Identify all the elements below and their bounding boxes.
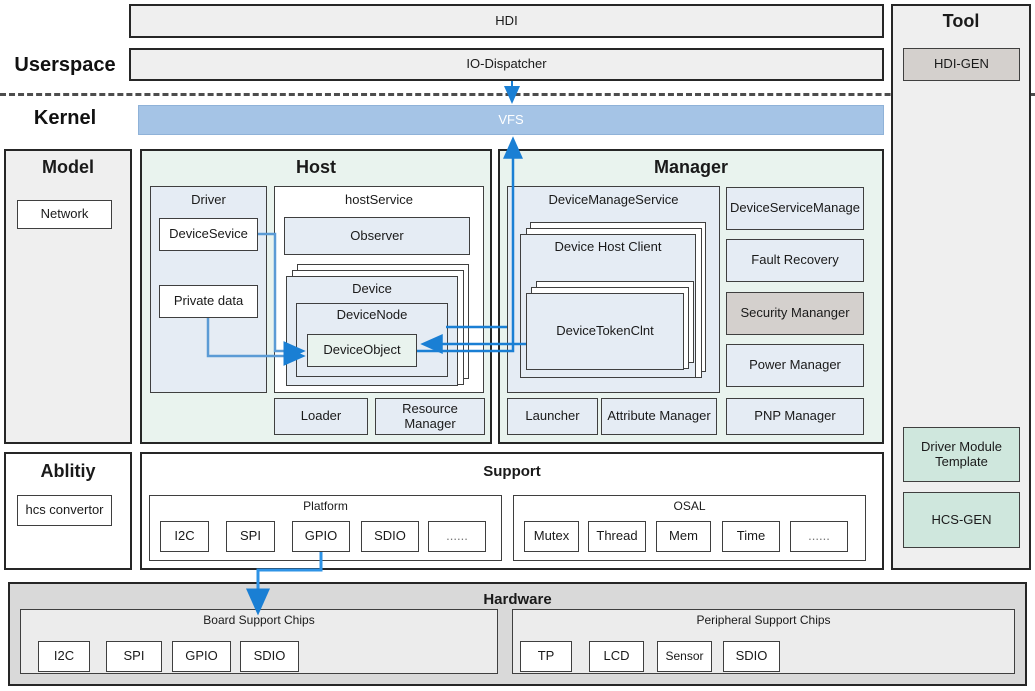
ability-title: Ablitiy — [40, 461, 96, 481]
model-title: Model — [42, 157, 94, 177]
hardware-board-item-spi[interactable]: SPI — [106, 641, 162, 672]
device-manage-service-title: DeviceManageService — [548, 192, 679, 207]
host-title: Host — [296, 157, 336, 177]
hardware-peripheral-item-sdio[interactable]: SDIO — [723, 641, 780, 672]
support-osal-item-thread[interactable]: Thread — [588, 521, 646, 552]
support-platform-item-i2c[interactable]: I2C — [160, 521, 209, 552]
device-object-card[interactable]: DeviceObject — [307, 334, 417, 367]
host-driver-title: Driver — [191, 192, 226, 207]
support-osal-item-time[interactable]: Time — [722, 521, 780, 552]
hardware-peripheral-item-sensor[interactable]: Sensor — [657, 641, 712, 672]
hardware-title: Hardware — [483, 591, 552, 608]
host-footer-loader[interactable]: Loader — [274, 398, 368, 435]
host-service-observer[interactable]: Observer — [284, 217, 470, 255]
support-platform-item-spi[interactable]: SPI — [226, 521, 275, 552]
host-driver-item-private-data[interactable]: Private data — [159, 285, 258, 318]
bar-hdi[interactable]: HDI — [129, 4, 884, 38]
support-platform-title: Platform — [303, 499, 348, 513]
host-footer-resource-manager[interactable]: Resource Manager — [375, 398, 485, 435]
support-platform-item-sdio[interactable]: SDIO — [361, 521, 419, 552]
support-osal-item-mem[interactable]: Mem — [656, 521, 711, 552]
support-osal-title: OSAL — [673, 499, 706, 513]
device-token-clnt-card[interactable]: DeviceTokenClnt — [526, 293, 684, 370]
host-driver-item-deviceservice[interactable]: DeviceSevice — [159, 218, 258, 251]
ability-item-hcs-convertor[interactable]: hcs convertor — [17, 495, 112, 526]
tool-item-driver-module-template[interactable]: Driver Module Template — [903, 427, 1020, 482]
model-item-network[interactable]: Network — [17, 200, 112, 229]
panel-tool: Tool — [891, 4, 1031, 570]
manager-item-security-mananger[interactable]: Security Mananger — [726, 292, 864, 335]
bar-vfs[interactable]: VFS — [138, 105, 884, 135]
hardware-board-item-i2c[interactable]: I2C — [38, 641, 90, 672]
architecture-diagram: Userspace Kernel HDI IO-Dispatcher VFS T… — [0, 0, 1035, 691]
tool-item-hdi-gen[interactable]: HDI-GEN — [903, 48, 1020, 81]
userspace-kernel-divider — [0, 93, 1035, 96]
hardware-board-item-sdio[interactable]: SDIO — [240, 641, 299, 672]
manager-item-device-service-manage[interactable]: DeviceServiceManage — [726, 187, 864, 230]
hardware-board-support-title: Board Support Chips — [203, 613, 315, 627]
device-title: Device — [352, 281, 392, 296]
hardware-peripheral-support-title: Peripheral Support Chips — [696, 613, 831, 627]
host-service-title: hostService — [345, 192, 413, 207]
tool-title: Tool — [942, 11, 980, 31]
support-osal-item-mutex[interactable]: Mutex — [524, 521, 579, 552]
manager-item-power-manager[interactable]: Power Manager — [726, 344, 864, 387]
panel-model: Model — [4, 149, 132, 444]
label-kernel: Kernel — [33, 106, 97, 129]
device-node-title: DeviceNode — [336, 307, 408, 322]
manager-footer-attribute-manager[interactable]: Attribute Manager — [601, 398, 717, 435]
tool-item-hcs-gen[interactable]: HCS-GEN — [903, 492, 1020, 548]
support-title: Support — [483, 463, 541, 480]
support-osal-item-more[interactable]: ...... — [790, 521, 848, 552]
hardware-board-item-gpio[interactable]: GPIO — [172, 641, 231, 672]
support-platform-item-more[interactable]: ...... — [428, 521, 486, 552]
manager-title: Manager — [653, 157, 729, 177]
bar-io-dispatcher[interactable]: IO-Dispatcher — [129, 48, 884, 81]
label-userspace: Userspace — [14, 53, 116, 76]
hardware-peripheral-item-tp[interactable]: TP — [520, 641, 572, 672]
hardware-peripheral-item-lcd[interactable]: LCD — [589, 641, 644, 672]
device-host-client-title: Device Host Client — [554, 239, 662, 254]
manager-footer-launcher[interactable]: Launcher — [507, 398, 598, 435]
support-platform-item-gpio[interactable]: GPIO — [292, 521, 350, 552]
manager-item-pnp-manager[interactable]: PNP Manager — [726, 398, 864, 435]
manager-item-fault-recovery[interactable]: Fault Recovery — [726, 239, 864, 282]
